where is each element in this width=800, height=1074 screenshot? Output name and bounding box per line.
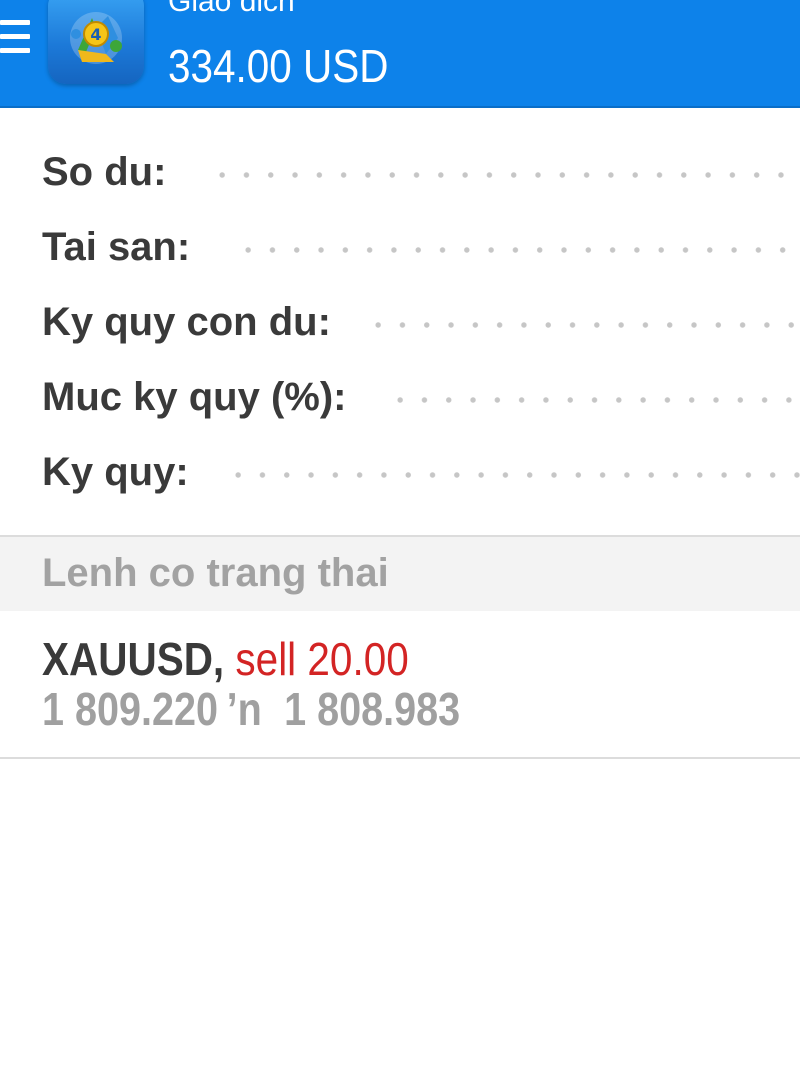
order-prices-line: 1 809.220’n 1 808.983 [42,683,460,735]
order-summary-line: XAUUSD, sell 20.00 [42,633,409,685]
top-app-bar: 4 Giao dich 334.00 USD [0,0,800,108]
screen-title: Giao dich [168,0,295,18]
dotted-leader [388,395,800,405]
balance-label: So du: [42,150,187,194]
account-balance-header: 334.00 USD [168,40,389,92]
equity-label: Tai san: [42,225,211,269]
order-side-volume: sell 20.00 [235,633,409,685]
summary-row-margin-level: Muc ky quy (%): [0,367,800,427]
price-arrow-separator: ’n [226,683,262,735]
margin-level-label: Muc ky quy (%): [42,375,367,419]
metatrader-4-logo-icon[interactable]: 4 [48,0,144,84]
svg-text:4: 4 [90,25,101,44]
free-margin-label: Ky quy con du: [42,300,351,344]
margin-label: Ky quy: [42,450,209,494]
order-row[interactable]: XAUUSD, sell 20.00 1 809.220’n 1 808.983 [0,611,800,759]
summary-row-equity: Tai san: [0,217,800,277]
summary-row-free-margin: Ky quy con du: [0,292,800,352]
dotted-leader [210,170,800,180]
order-symbol: XAUUSD, [42,633,225,685]
open-positions-header: Lenh co trang thai [0,535,800,613]
summary-row-margin: Ky quy: [0,442,800,502]
hamburger-menu-icon[interactable] [0,12,30,62]
dotted-leader [236,245,800,255]
dotted-leader [366,320,800,330]
dotted-leader [226,470,800,480]
order-current-price: 1 808.983 [284,683,461,735]
open-positions-title: Lenh co trang thai [42,551,389,595]
summary-row-balance: So du: [0,142,800,202]
order-open-price: 1 809.220 [42,683,219,735]
